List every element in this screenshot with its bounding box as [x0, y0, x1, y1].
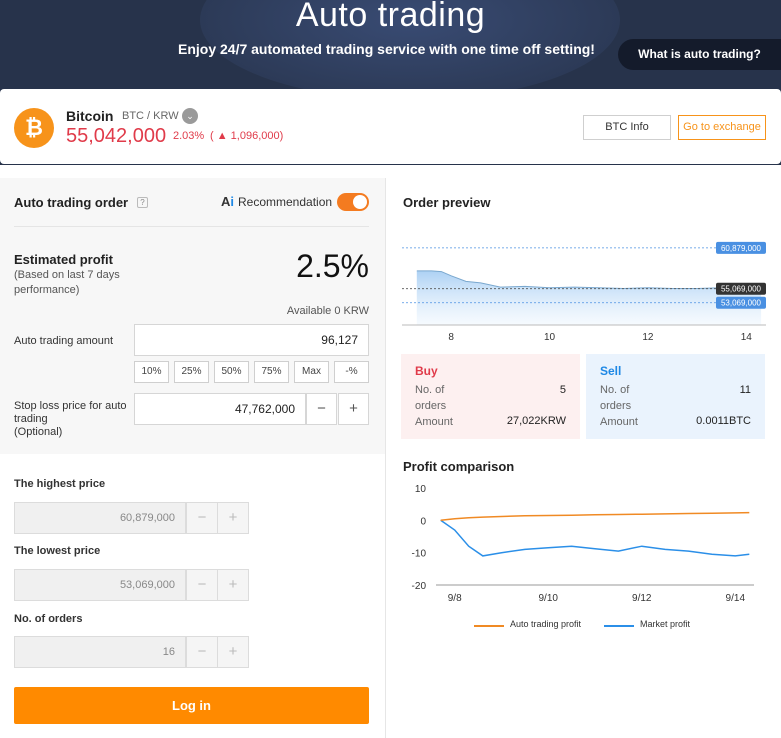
pct-button-10[interactable]: 10% — [134, 361, 169, 383]
order-preview-panel: Order preview 8 10 12 14 60,879,000 55,069,0… — [386, 178, 781, 738]
pct-button-50[interactable]: 50% — [214, 361, 249, 383]
hero-title: Auto trading — [295, 0, 486, 34]
lowest-price-input: 53,069,000 — [14, 569, 186, 601]
estimated-profit-label: Estimated profit — [14, 252, 113, 267]
legend-market-swatch — [604, 625, 634, 627]
ai-icon-a: A — [221, 194, 231, 209]
highest-price-plus-button: + — [217, 502, 249, 534]
pct-button-custom[interactable]: -% — [334, 361, 369, 383]
stop-loss-plus-button[interactable]: + — [338, 393, 369, 425]
profit-y-tick: -10 — [412, 549, 427, 560]
hero-subtitle: Enjoy 24/7 automated trading service wit… — [178, 41, 595, 57]
lowest-price-plus-button: + — [217, 569, 249, 601]
auto-trading-profit-line — [440, 511, 750, 522]
legend-market-label: Market profit — [640, 619, 691, 629]
available-balance: Available 0 KRW — [286, 305, 369, 317]
go-to-exchange-button[interactable]: Go to exchange — [678, 115, 766, 140]
market-profit-line — [440, 519, 750, 557]
profit-x-ticks: 9/8 9/10 9/12 9/14 — [448, 593, 746, 604]
stop-loss-minus-button[interactable]: − — [306, 393, 337, 425]
profit-y-tick: -20 — [412, 581, 427, 592]
profit-x-tick: 9/14 — [726, 593, 746, 604]
pct-button-75[interactable]: 75% — [254, 361, 289, 383]
divider — [14, 226, 369, 227]
orders-count-minus-button: − — [186, 636, 218, 668]
coin-change-amount: ( ▲ 1,096,000) — [210, 130, 284, 142]
login-button[interactable]: Log in — [14, 687, 369, 724]
btc-info-button[interactable]: BTC Info — [583, 115, 671, 140]
orders-count-label: No. of orders — [14, 613, 83, 625]
ai-icon-i: i — [230, 194, 235, 209]
stop-loss-label-text: Stop loss price for auto trading — [14, 400, 127, 425]
highest-price-input: 60,879,000 — [14, 502, 186, 534]
ai-icon: Ai — [221, 194, 234, 209]
profit-comparison-chart: 10 0 -10 -20 9/8 9/10 9/12 9/14 — [412, 484, 754, 604]
highest-price-minus-button: − — [186, 502, 218, 534]
profit-y-ticks: 10 0 -10 -20 — [412, 484, 427, 592]
coin-change-percent: 2.03% — [173, 130, 205, 142]
profit-y-tick: 0 — [420, 516, 426, 527]
stop-loss-label: Stop loss price for auto trading (Optiona… — [14, 400, 136, 439]
order-form-title: Auto trading order — [14, 195, 129, 210]
recommendation-label: Recommendation — [238, 195, 333, 209]
stop-loss-optional: (Optional) — [14, 426, 63, 438]
profit-x-tick: 9/12 — [632, 593, 652, 604]
recommendation-toggle[interactable] — [337, 193, 369, 211]
chevron-down-icon[interactable]: ⌄ — [182, 108, 198, 124]
highest-price-label: The highest price — [14, 478, 106, 490]
estimated-profit-value: 2.5% — [296, 248, 369, 284]
lowest-price-label: The lowest price — [14, 545, 101, 557]
lowest-price-minus-button: − — [186, 569, 218, 601]
auto-trading-order-panel: Auto trading order ? Ai Recommendation E… — [0, 178, 385, 738]
help-icon[interactable]: ? — [137, 197, 148, 208]
auto-trading-amount-label: Auto trading amount — [14, 335, 114, 347]
stop-loss-input[interactable]: 47,762,000 — [134, 393, 306, 425]
bitcoin-logo-icon: ₿ — [14, 108, 54, 148]
orders-count-plus-button: + — [217, 636, 249, 668]
pct-button-25[interactable]: 25% — [174, 361, 209, 383]
legend-auto-label: Auto trading profit — [510, 619, 582, 629]
auto-trading-amount-input[interactable]: 96,127 — [134, 324, 369, 356]
orders-count-input: 16 — [14, 636, 186, 668]
profit-x-tick: 9/8 — [448, 593, 462, 604]
estimated-profit-note: (Based on last 7 days performance) — [14, 269, 120, 296]
what-is-auto-trading-button[interactable]: What is auto trading? — [618, 39, 781, 70]
profit-y-tick: 10 — [415, 484, 427, 495]
legend-auto-swatch — [474, 625, 504, 627]
pct-button-max[interactable]: Max — [294, 361, 329, 383]
coin-price: 55,042,000 — [66, 125, 167, 147]
profit-x-tick: 9/10 — [539, 593, 559, 604]
coin-pair: BTC / KRW — [122, 110, 179, 122]
coin-name: Bitcoin — [66, 108, 114, 124]
